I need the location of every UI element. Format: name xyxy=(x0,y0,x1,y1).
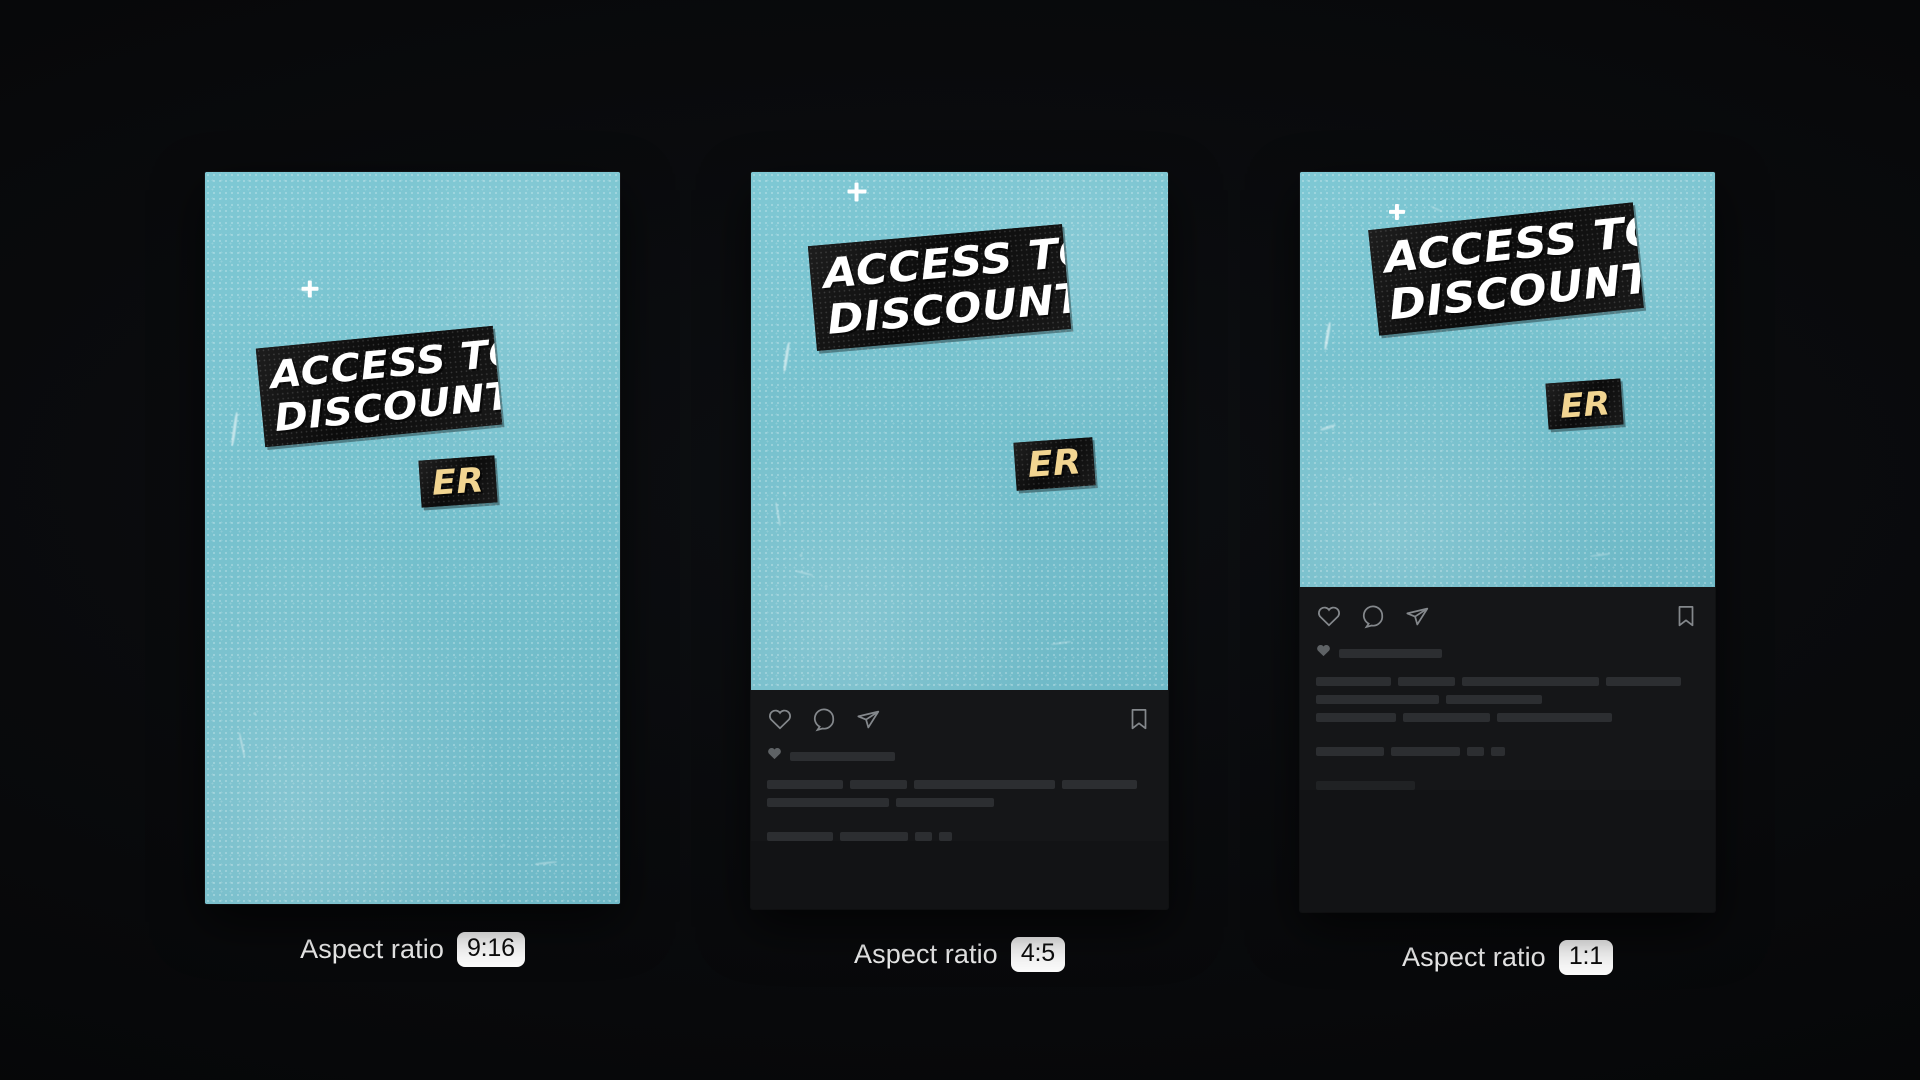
paper-plane-icon[interactable] xyxy=(1404,603,1430,629)
caption-row: Aspect ratio 4:5 xyxy=(854,937,1065,972)
heart-icon[interactable] xyxy=(1316,603,1342,629)
skeleton-gap xyxy=(767,816,1152,832)
artwork-canvas: ACCESS TO DISCOUNTS ER xyxy=(751,172,1168,690)
social-action-bar xyxy=(1316,603,1699,629)
social-footer xyxy=(1300,587,1715,790)
preview-card-portrait[interactable]: ACCESS TO DISCOUNTS ER Aspect ratio 4:5 xyxy=(751,172,1168,972)
er-badge: ER xyxy=(418,455,498,508)
caption-skeleton-row xyxy=(1316,695,1699,704)
likes-placeholder xyxy=(790,751,895,761)
comment-bubble-icon[interactable] xyxy=(1360,603,1386,629)
artwork-canvas: ACCESS TO DISCOUNTS ER xyxy=(205,172,620,904)
aspect-ratio-label: Aspect ratio xyxy=(1402,942,1546,972)
aspect-ratio-label: Aspect ratio xyxy=(300,934,444,964)
er-badge: ER xyxy=(1013,437,1096,491)
caption-row: Aspect ratio 1:1 xyxy=(1402,940,1613,975)
heart-icon[interactable] xyxy=(767,706,793,732)
paper-plane-icon[interactable] xyxy=(855,706,881,732)
plus-sparkle-icon xyxy=(847,182,866,201)
caption-skeleton-row xyxy=(767,798,1152,807)
er-badge-text: ER xyxy=(1558,382,1611,426)
card-frame-9-16[interactable]: ACCESS TO DISCOUNTS ER xyxy=(205,172,620,904)
card-frame-1-1[interactable]: ACCESS TO DISCOUNTS ER xyxy=(1300,172,1715,912)
card-frame-4-5[interactable]: ACCESS TO DISCOUNTS ER xyxy=(751,172,1168,909)
caption-skeleton-row xyxy=(1316,747,1699,756)
er-badge: ER xyxy=(1545,378,1624,430)
er-badge-text: ER xyxy=(430,459,486,504)
likes-row xyxy=(767,746,1152,766)
skeleton-gap xyxy=(1316,765,1699,781)
er-badge-text: ER xyxy=(1026,441,1083,486)
heart-filled-icon xyxy=(767,746,782,766)
caption-skeleton-row xyxy=(767,780,1152,789)
caption-row: Aspect ratio 9:16 xyxy=(300,932,525,967)
bookmark-icon[interactable] xyxy=(1673,603,1699,629)
preview-card-story[interactable]: ACCESS TO DISCOUNTS ER Aspect ratio 9:16 xyxy=(205,172,620,967)
preview-gallery: ACCESS TO DISCOUNTS ER Aspect ratio 9:16 xyxy=(0,0,1920,1080)
social-action-bar xyxy=(767,706,1152,732)
aspect-ratio-label: Aspect ratio xyxy=(854,939,998,969)
headline-sticker: ACCESS TO DISCOUNTS xyxy=(1368,202,1644,336)
caption-skeleton-row xyxy=(1316,677,1699,686)
caption-skeleton-row xyxy=(1316,713,1699,722)
skeleton-gap xyxy=(1316,731,1699,747)
aspect-ratio-badge: 1:1 xyxy=(1558,940,1613,975)
plus-sparkle-icon xyxy=(1389,204,1405,220)
artwork-canvas: ACCESS TO DISCOUNTS ER xyxy=(1300,172,1715,587)
headline-sticker: ACCESS TO DISCOUNTS xyxy=(807,224,1072,351)
plus-sparkle-icon xyxy=(301,280,318,297)
likes-row xyxy=(1316,643,1699,663)
heart-filled-icon xyxy=(1316,643,1331,663)
likes-placeholder xyxy=(1339,648,1442,658)
comment-bubble-icon[interactable] xyxy=(811,706,837,732)
caption-skeleton-row xyxy=(1316,781,1699,790)
aspect-ratio-badge: 9:16 xyxy=(456,932,525,967)
social-footer xyxy=(751,690,1168,841)
aspect-ratio-badge: 4:5 xyxy=(1010,937,1065,972)
headline-sticker: ACCESS TO DISCOUNTS xyxy=(255,325,503,448)
preview-card-square[interactable]: ACCESS TO DISCOUNTS ER Aspect ratio 1:1 xyxy=(1300,172,1715,975)
caption-skeleton-row xyxy=(767,832,1152,841)
bookmark-icon[interactable] xyxy=(1126,706,1152,732)
